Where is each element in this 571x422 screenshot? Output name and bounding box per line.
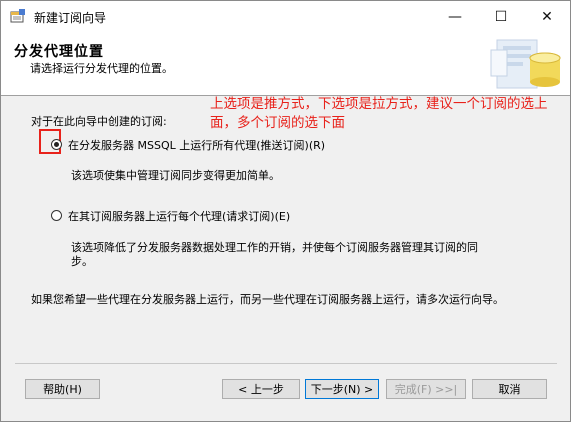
pull-subscription-label[interactable]: 在其订阅服务器上运行每个代理(请求订阅)(E)	[68, 208, 290, 224]
push-subscription-description: 该选项使集中管理订阅同步变得更加简单。	[71, 169, 280, 182]
minimize-button[interactable]: —	[432, 1, 478, 32]
maximize-button[interactable]: ☐	[478, 1, 524, 32]
close-button[interactable]: ✕	[524, 1, 570, 32]
next-button[interactable]: 下一步(N) >	[305, 379, 379, 399]
pull-subscription-description: 该选项降低了分发服务器数据处理工作的开销，并使每个订阅服务器管理其订阅的同步。	[71, 241, 478, 268]
wizard-header: 分发代理位置 请选择运行分发代理的位置。	[1, 32, 570, 96]
page-title: 分发代理位置	[14, 44, 104, 60]
push-subscription-label[interactable]: 在分发服务器 MSSQL 上运行所有代理(推送订阅)(R)	[68, 137, 325, 153]
footer-divider	[15, 363, 557, 364]
red-annotation-text: 上选项是推方式，下选项是拉方式，建议一个订阅的选上面，多个订阅的选下面	[210, 96, 548, 131]
database-wizard-icon	[490, 39, 561, 89]
finish-button[interactable]: 完成(F) >>|	[386, 379, 466, 399]
cancel-button[interactable]: 取消	[472, 379, 547, 399]
push-subscription-radio[interactable]	[51, 139, 62, 150]
help-button[interactable]: 帮助(H)	[25, 379, 100, 399]
wizard-app-icon	[10, 9, 25, 23]
back-button[interactable]: < 上一步	[222, 379, 300, 399]
pull-subscription-radio[interactable]	[51, 210, 62, 221]
radio-selected-dot	[54, 142, 59, 147]
page-subtitle: 请选择运行分发代理的位置。	[30, 62, 173, 75]
title-bar[interactable]: 新建订阅向导 — ☐ ✕	[1, 1, 570, 32]
multi-run-note: 如果您希望一些代理在分发服务器上运行，而另一些代理在订阅服务器上运行，请多次运行…	[31, 293, 504, 306]
window-title: 新建订阅向导	[34, 11, 107, 25]
wizard-window: 新建订阅向导 — ☐ ✕ 分发代理位置 请选择运行分发代理的位置。 对于在此向导…	[0, 0, 571, 422]
prompt-text: 对于在此向导中创建的订阅:	[31, 115, 167, 128]
